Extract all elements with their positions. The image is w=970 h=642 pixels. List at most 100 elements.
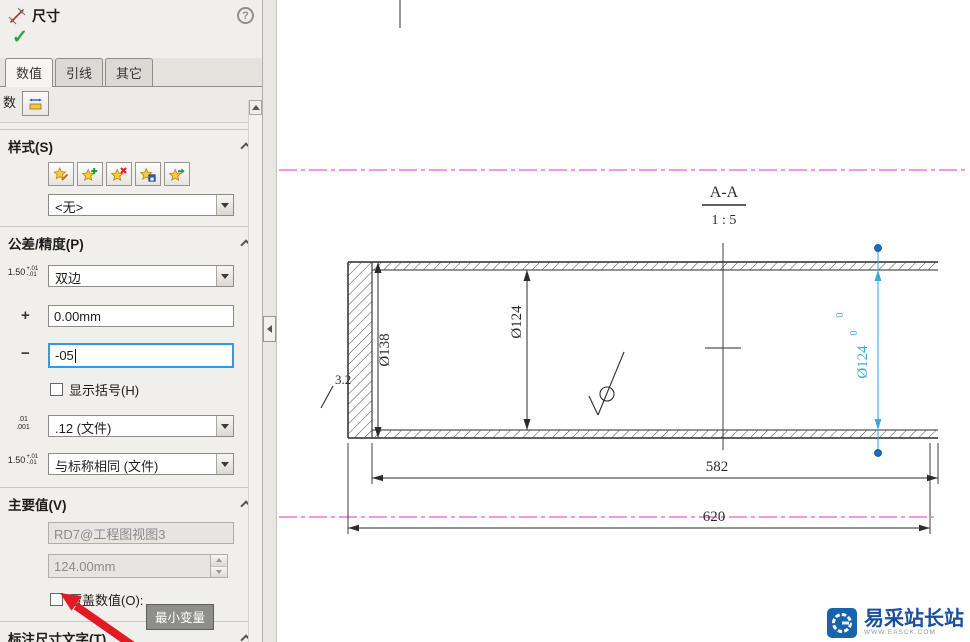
unit-precision-dropdown[interactable]: .12 (文件) [48,415,234,437]
min-variation-value: -05 [55,348,74,363]
dim-582[interactable]: 582 [371,443,939,484]
section-tolerance: 公差/精度(P) 1.50 +.01 -.01 双边 + 0.00mm − -0… [0,226,262,642]
roughness-label[interactable]: 3.2 [320,372,351,409]
max-variation-input[interactable] [48,305,234,327]
tab-value[interactable]: 数值 [5,58,54,87]
section-style: 样式(S) <无> [0,129,262,226]
text-caret [74,348,76,363]
spinner-up-icon[interactable] [211,555,227,567]
save-style-button[interactable] [135,162,161,186]
minus-label: − [21,345,30,362]
section-primary-title: 主要值(V) [8,498,67,513]
dimension-value-field [48,554,211,578]
chevron-down-icon[interactable] [216,195,233,215]
show-parentheses-checkbox[interactable] [50,383,63,396]
max-variation-row: + [21,305,234,327]
chevron-down-icon[interactable] [216,266,233,286]
dim-620[interactable]: 620 [347,443,931,534]
dimension-name-field [48,522,234,544]
tube-geometry [347,261,938,439]
center-mark [705,243,741,450]
style-favorites-toolbar [48,162,262,186]
chevron-down-icon[interactable] [216,416,233,436]
section-primary-header[interactable]: 主要值(V) [0,488,262,518]
scroll-up-button[interactable] [249,100,262,115]
drawing-svg: A-A 1 : 5 Ø138 Ø124 3.2 Ø124 0 0 582 620 [279,0,968,534]
section-tolerance-title: 公差/精度(P) [8,237,84,252]
watermark-subtitle: WWW.EASCK.COM [864,629,936,637]
panel-scrollbar[interactable] [248,100,262,642]
collapse-left-icon [267,325,272,333]
unit-precision-value: .12 (文件) [55,421,112,436]
tolerance-type-icon: 1.50 +.01 -.01 [7,266,39,278]
min-variation-input[interactable]: -05 [48,343,234,368]
tab-leaders[interactable]: 引线 [55,58,104,86]
dimension-property-panel: 尺寸 ? ✓ 数值 引线 其它 数 样式(S) <无> 公差/精度(P) 1.5… [0,0,263,642]
drawing-area: A-A 1 : 5 Ø138 Ø124 3.2 Ø124 0 0 582 620… [277,0,970,642]
svg-text:0: 0 [849,331,860,336]
section-view-label[interactable]: A-A 1 : 5 [702,184,746,228]
dimension-name-row [48,522,234,544]
watermark-logo-icon [827,608,857,638]
panel-tabs: 数值 引线 其它 [0,58,262,87]
tolerance-type-value: 双边 [55,271,82,286]
ok-check-icon[interactable]: ✓ [12,27,28,48]
unit-precision-icon: .01 .001 [16,416,30,432]
panel-splitter[interactable] [263,0,277,642]
tab-other[interactable]: 其它 [105,58,154,86]
tolerance-type-row: 1.50 +.01 -.01 双边 [8,265,234,287]
add-style-button[interactable] [77,162,103,186]
plus-label: + [21,307,30,324]
svg-text:0: 0 [835,313,846,318]
star-disk-icon [140,167,156,182]
palette-icon [29,98,42,110]
section-primary-value: 主要值(V) 覆盖数值(O): [0,487,262,621]
load-style-button[interactable] [164,162,190,186]
dimension-grip[interactable] [874,449,882,457]
dimension-value-row [48,554,234,578]
svg-text:A-A: A-A [710,184,739,201]
delete-style-button[interactable] [106,162,132,186]
section-hatching [348,262,938,438]
tolerance-precision-dropdown[interactable]: 与标称相同 (文件) [48,453,234,475]
override-value-checkbox[interactable] [50,593,63,606]
svg-text:Ø138: Ø138 [377,333,393,366]
tolerance-type-dropdown[interactable]: 双边 [48,265,234,287]
section-dimension-text-title: 标注尺寸文字(T) [8,632,107,642]
confirm-row: ✓ [0,26,262,50]
override-value-label: 覆盖数值(O): [69,593,144,608]
side-tab-label: 数 [3,95,17,110]
show-parentheses-row: 显示括号(H) [50,380,262,399]
splitter-collapse-handle[interactable] [263,316,276,342]
dimension-grip[interactable] [874,244,882,252]
watermark-title: 易采站长站 [864,608,964,631]
dimension-tool-icon [8,7,26,24]
star-x-icon [111,167,127,182]
surface-finish-symbol[interactable] [588,351,625,416]
dimension-palette-button[interactable] [22,91,49,116]
panel-title: 尺寸 [32,7,60,24]
section-style-title: 样式(S) [8,140,53,155]
section-style-header[interactable]: 样式(S) [0,130,262,160]
solidworks-dimension-screen: 尺寸 ? ✓ 数值 引线 其它 数 样式(S) <无> 公差/精度(P) 1.5… [0,0,970,642]
watermark: 易采站长站 WWW.EASCK.COM [823,606,968,640]
section-tolerance-header[interactable]: 公差/精度(P) [0,227,262,257]
style-dropdown[interactable]: <无> [48,194,234,216]
svg-text:582: 582 [706,459,729,475]
panel-toolstrip: 数 [0,87,262,123]
svg-text:Ø124: Ø124 [855,345,871,379]
section-dimension-text-header[interactable]: 标注尺寸文字(T) [0,622,262,642]
dim-dia124-selected[interactable]: Ø124 0 0 [835,244,882,457]
min-variation-row: − -05 [21,343,234,368]
style-dropdown-value: <无> [55,200,84,215]
spinner-down-icon[interactable] [211,566,227,577]
help-icon[interactable]: ? [237,7,254,24]
value-spinner[interactable] [211,554,228,578]
dim-dia138[interactable]: Ø138 [374,262,394,438]
apply-default-style-button[interactable] [48,162,74,186]
star-pencil-icon [53,167,69,181]
dim-dia124[interactable]: Ø124 [509,270,531,430]
chevron-down-icon[interactable] [216,454,233,474]
section-dimension-text: 标注尺寸文字(T) [0,621,262,642]
show-parentheses-label: 显示括号(H) [69,383,140,398]
